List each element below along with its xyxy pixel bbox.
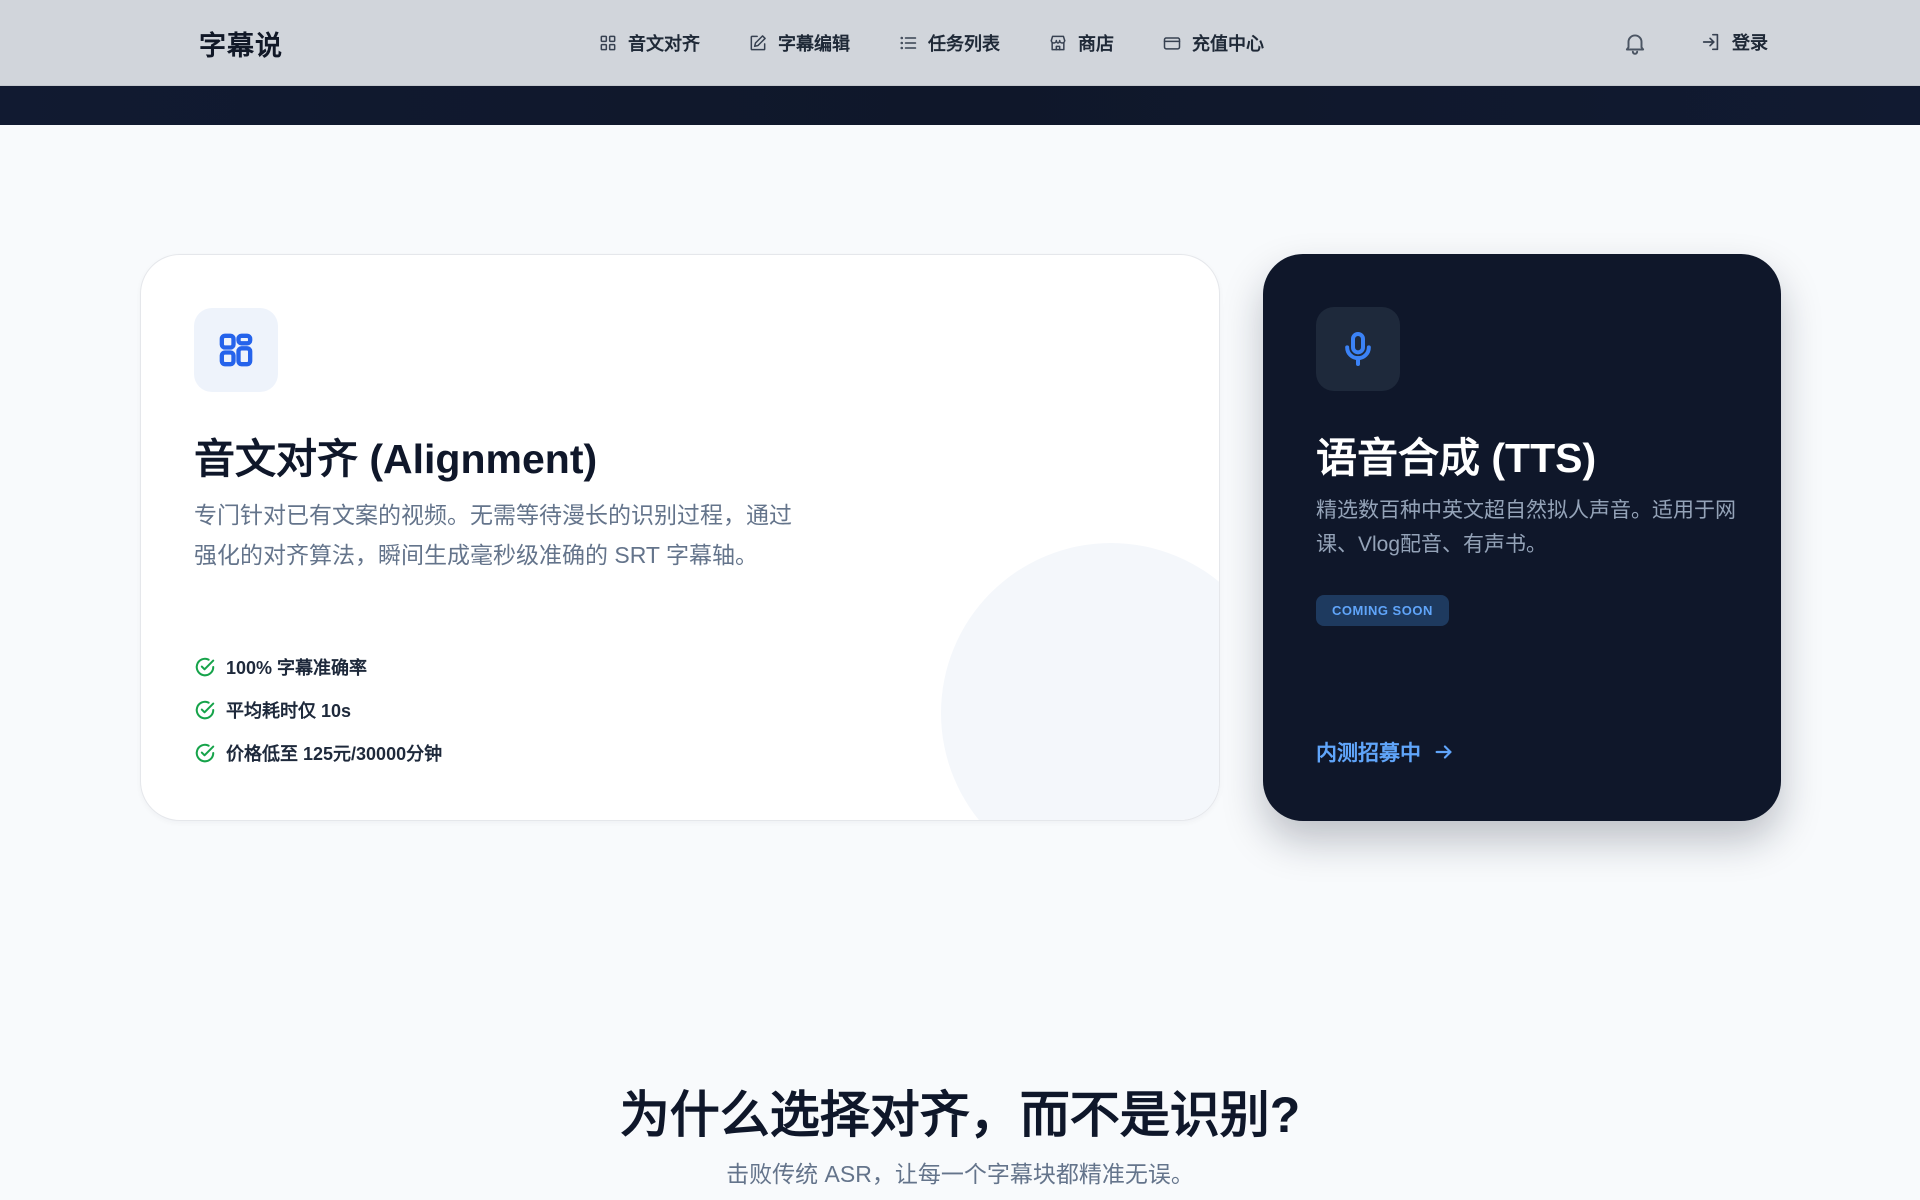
- list-item: 100% 字幕准确率: [194, 653, 442, 681]
- tts-card-description: 精选数百种中英文超自然拟人声音。适用于网课、Vlog配音、有声书。: [1316, 499, 1736, 556]
- nav-item-store[interactable]: 商店: [1048, 30, 1114, 56]
- list-item: 平均耗时仅 10s: [194, 696, 442, 724]
- list-item: 价格低至 125元/30000分钟: [194, 739, 442, 767]
- check-circle-icon: [195, 743, 215, 763]
- tts-icon-box: [1316, 307, 1400, 391]
- top-navbar: 字幕说 音文对齐 字幕编辑 任务列表 商店 充值中心 登录: [0, 0, 1920, 86]
- hero-bottom-band: [0, 86, 1920, 125]
- alignment-card[interactable]: 音文对齐 (Alignment) 专门针对已有文案的视频。无需等待漫长的识别过程…: [140, 254, 1220, 821]
- login-label: 登录: [1732, 33, 1768, 53]
- notifications-button[interactable]: [1622, 29, 1648, 57]
- store-icon: [1050, 35, 1066, 51]
- coming-soon-badge: COMING SOON: [1316, 595, 1449, 626]
- decorative-circle: [941, 543, 1219, 820]
- grid-icon: [600, 35, 616, 51]
- beta-link-label: 内测招募中: [1316, 742, 1421, 765]
- alignment-card-description: 专门针对已有文案的视频。无需等待漫长的识别过程，通过强化的对齐算法，瞬间生成毫秒…: [194, 502, 792, 568]
- nav-item-task-list[interactable]: 任务列表: [898, 30, 1000, 56]
- nav-item-label: 商店: [1078, 34, 1114, 54]
- arrow-right-icon: [1435, 745, 1452, 759]
- feature-list: 100% 字幕准确率 平均耗时仅 10s 价格低至 125元/30000分钟: [194, 653, 442, 782]
- nav-item-label: 字幕编辑: [778, 34, 850, 54]
- section-subtitle: 击败传统 ASR，让每一个字幕块都精准无误。: [726, 1161, 1194, 1187]
- check-circle-icon: [195, 700, 215, 720]
- grid-icon: [219, 333, 253, 367]
- list-icon: [900, 36, 917, 50]
- beta-recruit-link[interactable]: 内测招募中: [1316, 737, 1455, 767]
- brand-logo[interactable]: 字幕说: [199, 24, 283, 63]
- microphone-icon: [1345, 332, 1371, 366]
- login-icon: [1702, 33, 1719, 51]
- bell-icon: [1625, 34, 1645, 55]
- check-circle-icon: [195, 657, 215, 677]
- nav-item-subtitle-edit[interactable]: 字幕编辑: [748, 30, 850, 56]
- alignment-card-title: 音文对齐 (Alignment): [194, 436, 598, 482]
- nav-item-label: 任务列表: [928, 34, 1000, 54]
- feature-label: 平均耗时仅 10s: [226, 701, 352, 721]
- feature-label: 100% 字幕准确率: [226, 658, 368, 678]
- tts-card-title: 语音合成 (TTS): [1316, 435, 1597, 481]
- edit-icon: [750, 35, 766, 51]
- login-button[interactable]: 登录: [1700, 29, 1768, 55]
- card-icon: [1163, 37, 1181, 50]
- tts-card[interactable]: 语音合成 (TTS) 精选数百种中英文超自然拟人声音。适用于网课、Vlog配音、…: [1263, 254, 1781, 821]
- nav-item-recharge[interactable]: 充值中心: [1162, 30, 1264, 56]
- nav-item-alignment[interactable]: 音文对齐: [598, 30, 700, 56]
- alignment-icon-box: [194, 308, 278, 392]
- section-title: 为什么选择对齐，而不是识别?: [619, 1087, 1301, 1143]
- nav-item-label: 音文对齐: [628, 34, 700, 54]
- nav-item-label: 充值中心: [1192, 34, 1264, 54]
- main-nav: 音文对齐 字幕编辑 任务列表 商店 充值中心: [598, 28, 1312, 58]
- feature-label: 价格低至 125元/30000分钟: [226, 744, 443, 764]
